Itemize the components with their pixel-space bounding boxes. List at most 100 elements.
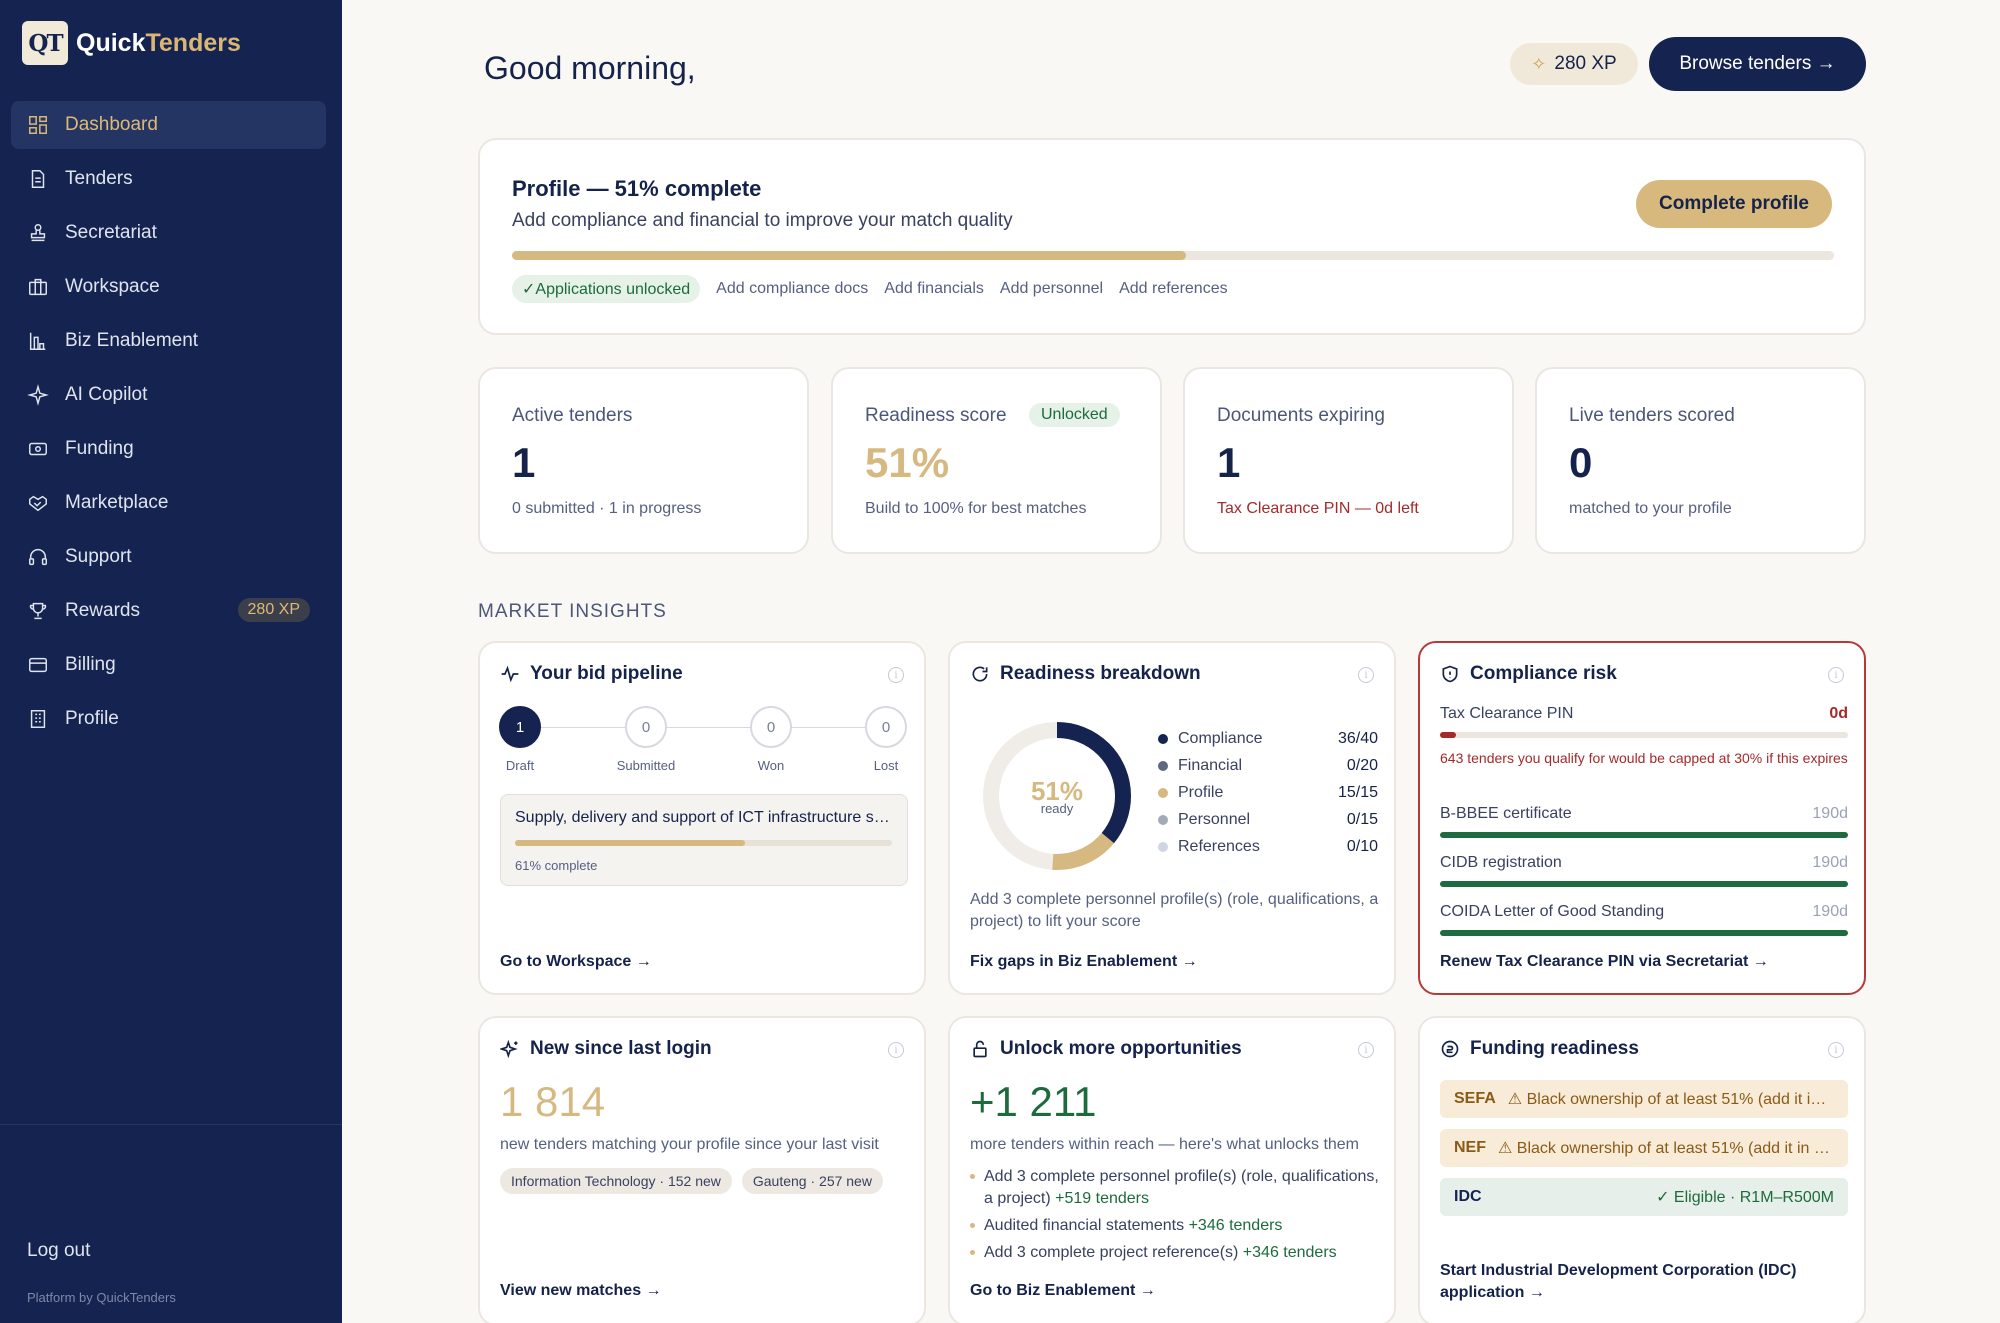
sidebar-item-label: Funding: [65, 438, 134, 459]
sidebar-item-tenders[interactable]: Tenders: [11, 155, 326, 203]
sidebar-item-biz-enablement[interactable]: Biz Enablement: [11, 317, 326, 365]
chip[interactable]: Information Technology · 152 new: [500, 1168, 732, 1194]
info-icon[interactable]: i: [1358, 1042, 1374, 1058]
card-title: Unlock more opportunities: [970, 1038, 1242, 1060]
view-new-matches-link[interactable]: View new matches →: [500, 1282, 662, 1300]
renew-tax-link[interactable]: Renew Tax Clearance PIN via Secretariat …: [1440, 953, 1769, 971]
logout-link[interactable]: Log out: [27, 1240, 90, 1262]
xp-chip[interactable]: ✧ 280 XP: [1510, 43, 1638, 85]
stat-card-documents-expiring[interactable]: Documents expiring 1 Tax Clearance PIN —…: [1183, 367, 1514, 554]
complete-profile-button[interactable]: Complete profile: [1636, 180, 1832, 228]
stat-value: 51%: [865, 439, 950, 486]
add-personnel-link[interactable]: Add personnel: [1000, 280, 1103, 298]
sidebar-item-billing[interactable]: Billing: [11, 641, 326, 689]
stat-sub: 0 submitted · 1 in progress: [512, 500, 702, 517]
funding-row-nef[interactable]: NEF ⚠ Black ownership of at least 51% (ad…: [1440, 1129, 1848, 1167]
profile-subtitle: Add compliance and financial to improve …: [512, 210, 1013, 231]
logo-mark: QT: [22, 21, 68, 65]
card-icon: [29, 657, 47, 673]
sidebar-item-workspace[interactable]: Workspace: [11, 263, 326, 311]
readiness-breakdown-card: Readiness breakdown i 51% ready Complian…: [948, 641, 1396, 995]
xp-badge: 280 XP: [237, 598, 310, 622]
sidebar-item-secretariat[interactable]: Secretariat: [11, 209, 326, 257]
compliance-row: COIDA Letter of Good Standing 190d: [1440, 903, 1848, 920]
fix-gaps-link[interactable]: Fix gaps in Biz Enablement →: [970, 953, 1198, 971]
pipeline-step-submitted[interactable]: 0 Submitted: [606, 706, 686, 773]
platform-credit: Platform by QuickTenders: [27, 1290, 176, 1305]
chip[interactable]: Gauteng · 257 new: [741, 1168, 883, 1194]
unlock-icon: [973, 1040, 987, 1058]
sidebar-item-label: Marketplace: [65, 492, 169, 513]
stat-card-readiness[interactable]: Readiness score Unlocked 51% Build to 10…: [831, 367, 1162, 554]
new-count: 1 814: [500, 1078, 606, 1125]
sidebar-item-funding[interactable]: Funding: [11, 425, 326, 473]
shield-icon: [1442, 665, 1458, 683]
unlocked-badge: Unlocked: [1029, 403, 1120, 427]
sidebar-item-label: Billing: [65, 654, 116, 675]
tender-progress-bar: [515, 840, 892, 846]
breakdown-row: Financial 0/20: [1158, 757, 1378, 775]
stat-value: 0: [1569, 439, 1593, 486]
funding-row-sefa[interactable]: SEFA ⚠ Black ownership of at least 51% (a…: [1440, 1080, 1848, 1118]
info-icon[interactable]: i: [888, 1042, 904, 1058]
sidebar-item-dashboard[interactable]: Dashboard: [11, 101, 326, 149]
stamp-icon: [30, 224, 46, 242]
sparkle-icon: [27, 384, 49, 406]
sidebar-item-label: Secretariat: [65, 222, 157, 243]
idc-application-link[interactable]: Start Industrial Development Corporation…: [1440, 1260, 1840, 1304]
chips: Information Technology · 152 new Gauteng…: [500, 1168, 893, 1194]
go-to-biz-link[interactable]: Go to Biz Enablement →: [970, 1282, 1156, 1300]
pipeline-step-won[interactable]: 0 Won: [731, 706, 811, 773]
unlock-card: Unlock more opportunities i +1 211 more …: [948, 1016, 1396, 1323]
stat-card-active-tenders[interactable]: Active tenders 1 0 submitted · 1 in prog…: [478, 367, 809, 554]
sidebar-item-rewards[interactable]: Rewards 280 XP: [11, 587, 326, 635]
sidebar-nav: Dashboard Tenders Secretariat Workspace …: [11, 101, 326, 749]
new-sub: new tenders matching your profile since …: [500, 1136, 879, 1153]
profile-card: Profile — 51% complete Add compliance an…: [478, 138, 1866, 335]
compliance-row: B-BBEE certificate 190d: [1440, 805, 1848, 822]
compliance-bar: [1440, 930, 1848, 936]
profile-progress-fill: [512, 251, 1187, 260]
funding-row-idc[interactable]: IDC ✓ Eligible · R1M–R500M: [1440, 1178, 1848, 1216]
card-title: Funding readiness: [1440, 1038, 1639, 1060]
pipeline-step-lost[interactable]: 0 Lost: [846, 706, 926, 773]
add-references-link[interactable]: Add references: [1119, 280, 1228, 298]
browse-tenders-button[interactable]: Browse tenders →: [1649, 37, 1866, 91]
sidebar-item-marketplace[interactable]: Marketplace: [11, 479, 326, 527]
unlock-sub: more tenders within reach — here's what …: [970, 1136, 1360, 1153]
grid-icon: [29, 116, 47, 134]
sidebar-item-label: Dashboard: [65, 114, 158, 135]
card-title: Your bid pipeline: [500, 663, 683, 685]
readiness-note: Add 3 complete personnel profile(s) (rol…: [970, 891, 1379, 930]
go-to-workspace-link[interactable]: Go to Workspace →: [500, 953, 652, 971]
card-title: Compliance risk: [1440, 663, 1617, 685]
money-icon: [29, 442, 47, 456]
compliance-bar: [1440, 832, 1848, 838]
pipeline-step-draft[interactable]: 1 Draft: [480, 706, 560, 773]
unlock-count: +1 211: [970, 1078, 1097, 1125]
compliance-row-tax: Tax Clearance PIN 0d: [1440, 705, 1848, 722]
handshake-icon: [29, 495, 47, 512]
breakdown-row: Personnel 0/15: [1158, 811, 1378, 829]
sidebar-item-profile[interactable]: Profile: [11, 695, 326, 743]
add-compliance-link[interactable]: Add compliance docs: [716, 280, 868, 298]
breakdown-row: References 0/10: [1158, 838, 1378, 856]
info-icon[interactable]: i: [1828, 1042, 1844, 1058]
sidebar-item-ai-copilot[interactable]: AI Copilot: [11, 371, 326, 419]
sidebar-item-support[interactable]: Support: [11, 533, 326, 581]
sidebar-item-label: Biz Enablement: [65, 330, 199, 351]
info-icon[interactable]: i: [888, 667, 904, 683]
list-item: Add 3 complete personnel profile(s) (rol…: [970, 1166, 1380, 1210]
sidebar-divider: [0, 1124, 342, 1125]
tax-warning: 643 tenders you qualify for would be cap…: [1440, 750, 1848, 766]
stat-label: Readiness score: [865, 405, 1007, 426]
stat-card-live-tenders[interactable]: Live tenders scored 0 matched to your pr…: [1535, 367, 1866, 554]
info-icon[interactable]: i: [1358, 667, 1374, 683]
sidebar: QT QuickTenders Dashboard Tenders Secret…: [0, 0, 342, 1323]
info-icon[interactable]: i: [1828, 667, 1844, 683]
new-since-card: New since last login i 1 814 new tenders…: [478, 1016, 926, 1323]
add-financials-link[interactable]: Add financials: [884, 280, 984, 298]
tender-item[interactable]: Supply, delivery and support of ICT infr…: [500, 794, 908, 886]
stat-label: Active tenders: [512, 405, 633, 426]
logo[interactable]: QT QuickTenders: [22, 21, 241, 65]
